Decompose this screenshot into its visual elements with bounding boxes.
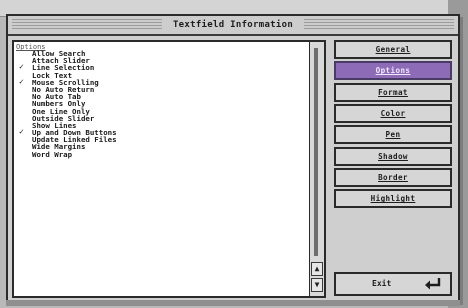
button-format[interactable]: Format xyxy=(334,82,452,102)
options-list: Allow Search Attach Slider ✓ Line Selection… xyxy=(14,50,308,158)
button-label: General xyxy=(375,45,411,54)
button-label: Pen xyxy=(385,130,401,140)
textfield-information-dialog: Textfield Information Options Allow Sear… xyxy=(6,14,460,302)
exit-button-label: Exit xyxy=(372,279,392,288)
checkmark-icon: ✓ xyxy=(19,62,24,72)
scrollbar-track[interactable] xyxy=(314,48,318,256)
options-list-scrollbar[interactable]: ▲ ▼ xyxy=(309,42,324,296)
list-item-label: Word Wrap xyxy=(32,149,73,159)
dialog-title: Textfield Information xyxy=(172,20,294,30)
button-label: Format xyxy=(378,87,408,97)
scroll-up-button[interactable]: ▲ xyxy=(311,262,323,276)
button-color[interactable]: Color xyxy=(334,103,452,123)
dialog-titlebar[interactable]: Textfield Information xyxy=(8,16,458,36)
checkmark-icon: ✓ xyxy=(19,76,24,86)
scroll-down-button[interactable]: ▼ xyxy=(311,278,323,292)
exit-button[interactable]: Exit xyxy=(334,272,452,296)
button-label: Options xyxy=(375,66,411,76)
options-list-panel: Options Allow Search Attach Slider ✓ Line S… xyxy=(12,40,326,298)
button-label: Color xyxy=(380,108,406,118)
button-highlight[interactable]: Highlight xyxy=(334,189,452,209)
desktop-bottom-bar xyxy=(6,300,460,306)
button-options[interactable]: Options xyxy=(334,61,452,81)
checkmark-icon: ✓ xyxy=(19,127,24,137)
button-label: Highlight xyxy=(370,194,416,204)
button-border[interactable]: Border xyxy=(334,167,452,187)
button-label: Shadow xyxy=(378,151,408,161)
button-shadow[interactable]: Shadow xyxy=(334,146,452,166)
enter-return-icon xyxy=(425,278,441,290)
button-label: Border xyxy=(378,172,408,182)
button-pen[interactable]: Pen xyxy=(334,125,452,145)
list-item[interactable]: Word Wrap xyxy=(14,149,308,159)
button-general[interactable]: General xyxy=(334,40,452,59)
